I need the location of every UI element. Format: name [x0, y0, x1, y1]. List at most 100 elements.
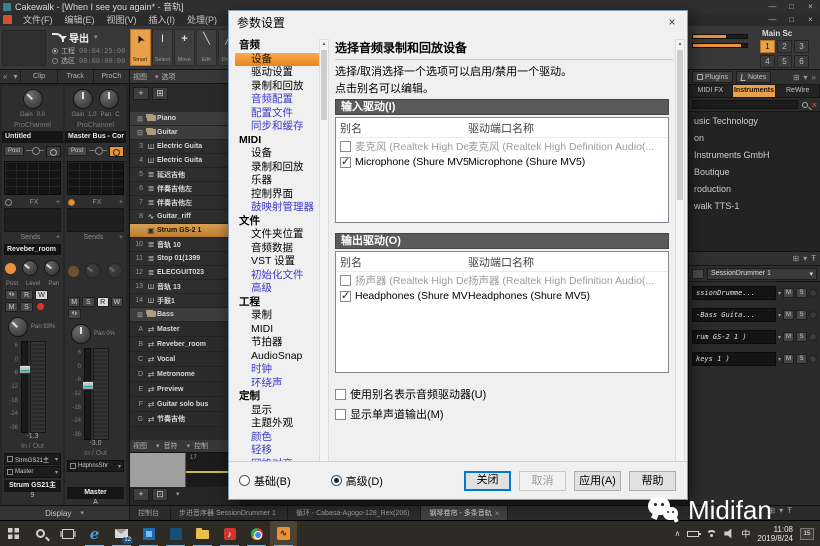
write-button[interactable]: W	[111, 297, 123, 307]
scroll-up-icon[interactable]: ▴	[320, 40, 328, 49]
notification-badge[interactable]: 15	[800, 528, 814, 540]
track-row[interactable]: A Master	[130, 322, 239, 337]
category-tab[interactable]: Instruments	[733, 85, 777, 97]
tree-item[interactable]: 音频	[235, 39, 319, 53]
screenset-button[interactable]: 4	[760, 55, 775, 68]
add-send-icon[interactable]: +	[119, 234, 123, 241]
track-row[interactable]: B Reveber_room	[130, 337, 239, 352]
tree-item[interactable]: 显示	[235, 404, 319, 418]
start-button[interactable]	[0, 521, 27, 546]
tree-item[interactable]: 文件夹位置	[235, 228, 319, 242]
battery-icon[interactable]	[687, 531, 699, 537]
chevron-down-icon[interactable]: ▾	[778, 290, 781, 297]
view-tab[interactable]: 循环 - Cabasa-Agogo-128_Rex(206)	[288, 506, 422, 520]
use-alias-checkbox[interactable]	[335, 389, 346, 400]
output-selector[interactable]: Master ▾	[4, 466, 61, 478]
add-fx-icon[interactable]: +	[56, 199, 60, 206]
tool-button[interactable]: Move	[174, 29, 195, 66]
dock-icon[interactable]: ⊞	[792, 254, 799, 263]
patch-name[interactable]: Strum GS21主	[4, 480, 61, 492]
post-button[interactable]: Post	[67, 146, 87, 156]
tree-item[interactable]: MIDI	[235, 323, 319, 337]
device-alias[interactable]: Microphone (Shure MV5)	[355, 156, 468, 168]
tree-item[interactable]: 轻移	[235, 444, 319, 458]
tree-item[interactable]: 录制和回放	[235, 80, 319, 94]
cakewalk-button[interactable]: ∿	[270, 521, 297, 546]
hidden-icons-chevron[interactable]: ∧	[675, 529, 681, 538]
scroll-up-icon[interactable]: ▴	[678, 41, 681, 47]
power-button[interactable]	[109, 146, 124, 157]
send-post-button[interactable]	[5, 263, 16, 274]
chevron-down-icon[interactable]: ▾	[778, 334, 781, 341]
power-button[interactable]	[46, 146, 61, 157]
alias-column-header[interactable]: 别名	[340, 254, 468, 270]
track-row[interactable]: C Vocal	[130, 352, 239, 367]
selection-radio[interactable]	[52, 58, 58, 64]
edge-button[interactable]: e	[81, 521, 108, 546]
solo-button[interactable]: S	[796, 288, 807, 298]
category-tab[interactable]: MIDI FX	[689, 85, 733, 97]
fx-bin[interactable]	[67, 208, 124, 232]
child-close-button[interactable]: ×	[801, 14, 820, 26]
tree-item[interactable]: 驱动设置	[235, 66, 319, 80]
track-row[interactable]: ⊟ Guitar	[130, 126, 239, 140]
alias-column-header[interactable]: 别名	[340, 120, 468, 136]
send-level-knob[interactable]	[22, 260, 38, 276]
pin-icon[interactable]: Ŧ	[811, 254, 816, 263]
write-button[interactable]: W	[35, 290, 48, 300]
tree-item[interactable]: 节拍器	[235, 336, 319, 350]
patch-name[interactable]: Master	[67, 487, 124, 499]
track-row[interactable]: ⊞ Piano	[130, 112, 239, 126]
mute-button[interactable]: M	[783, 288, 794, 298]
synth-row[interactable]: ssionDrumme... ▾ M S	[689, 282, 820, 304]
dialog-close-button[interactable]: ×	[657, 11, 687, 33]
use-alias-option[interactable]: 使用别名表示音频驱动器(U)	[335, 386, 486, 402]
child-restore-button[interactable]: □	[782, 14, 801, 26]
advanced-radio[interactable]	[331, 475, 342, 486]
track-row[interactable]: 7 伴奏吉他左	[130, 196, 239, 210]
synth-name[interactable]: -Bass Guita...	[692, 308, 776, 322]
device-checkbox[interactable]	[340, 291, 351, 302]
search-input[interactable]	[692, 100, 798, 109]
speaker-icon[interactable]	[724, 529, 734, 539]
tree-item[interactable]: 初始化文件	[235, 269, 319, 283]
chevron-down-icon[interactable]: ▾	[804, 73, 808, 82]
output-drivers-list[interactable]: 别名 驱动端口名称 扬声器 (Realtek High Definition A…	[335, 251, 669, 373]
mail-button[interactable]: 12	[108, 521, 135, 546]
tree-item[interactable]: 定制	[235, 390, 319, 404]
pan-knob[interactable]	[8, 317, 28, 337]
solo-button[interactable]: S	[796, 332, 807, 342]
tree-item[interactable]: 时钟	[235, 363, 319, 377]
track-row[interactable]: ⊞ Bass	[130, 308, 239, 322]
scroll-thumb[interactable]	[677, 50, 683, 200]
vendor-folder[interactable]: roduction	[694, 184, 820, 201]
output-selector[interactable]: HdphnsShr ▾	[67, 460, 124, 472]
child-minimize-button[interactable]: —	[763, 14, 782, 26]
file-explorer-button[interactable]	[189, 521, 216, 546]
device-row[interactable]: Headphones (Shure MV5) Headphones (Shure…	[336, 288, 668, 304]
chevron-down-icon[interactable]: ▾	[778, 356, 781, 363]
synth-row[interactable]: keys 1 ) ▾ M S	[689, 348, 820, 370]
menu-item[interactable]: 编辑(E)	[59, 15, 101, 25]
collapse-icon[interactable]: «	[0, 72, 10, 81]
prochannel-label[interactable]: ProChannel	[65, 120, 126, 131]
track-row[interactable]: 9 Strum GS-2 1	[130, 224, 239, 238]
clear-search-icon[interactable]: ×	[812, 100, 817, 110]
device-alias[interactable]: 扬声器 (Realtek High Definition Audi...	[355, 273, 468, 288]
tree-item[interactable]: 工程	[235, 296, 319, 310]
menu-item[interactable]: 插入(I)	[143, 15, 182, 25]
tree-item[interactable]: 环绕声	[235, 377, 319, 391]
view-tab[interactable]: 钢琴卷帘 - 多条音轨 ×	[421, 506, 508, 520]
synth-row[interactable]: -Bass Guita... ▾ M S	[689, 304, 820, 326]
fx-power-icon[interactable]	[5, 199, 12, 206]
add-send-icon[interactable]: +	[56, 234, 60, 241]
mute-button[interactable]: M	[5, 302, 18, 312]
tree-scrollbar[interactable]: ▴ ▾	[319, 39, 329, 475]
volume-fader[interactable]	[21, 341, 28, 433]
device-row[interactable]: 扬声器 (Realtek High Definition Audi... 扬声器…	[336, 272, 668, 288]
fx-bin[interactable]	[4, 208, 61, 232]
controllers-menu[interactable]: 控制	[194, 441, 208, 451]
mute-button[interactable]: M	[68, 297, 80, 307]
basic-radio[interactable]	[239, 475, 250, 486]
tree-item[interactable]: 录制	[235, 309, 319, 323]
